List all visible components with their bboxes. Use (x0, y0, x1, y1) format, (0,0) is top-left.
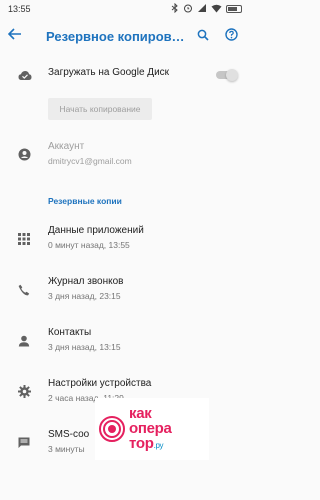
wifi-icon (211, 4, 222, 15)
alarm-icon (183, 3, 193, 15)
backup-item-subtitle: 3 дня назад, 13:15 (48, 342, 121, 352)
watermark-line3: тор (129, 434, 154, 452)
toggle-thumb (226, 69, 238, 81)
backup-item-subtitle: 3 дня назад, 23:15 (48, 291, 121, 301)
backup-item-subtitle: 0 минут назад, 13:55 (48, 240, 130, 250)
account-email: dmitrycv1@gmail.com (48, 156, 132, 166)
backup-item-contacts[interactable]: Контакты 3 дня назад, 13:15 (0, 326, 250, 353)
battery-icon (226, 5, 242, 13)
account-row[interactable]: Аккаунт dmitrycv1@gmail.com (0, 140, 250, 167)
cloud-done-icon (18, 68, 32, 80)
signal-logo-icon (99, 416, 125, 442)
bluetooth-icon (171, 2, 179, 15)
backup-item-title: Настройки устройства (48, 378, 152, 389)
watermark-logo: как опера тор.ру (95, 398, 209, 460)
status-icons (171, 2, 242, 15)
message-icon (18, 436, 30, 448)
backups-section-header: Резервные копии (48, 196, 122, 206)
page-title: Резервное копирова... (46, 28, 186, 44)
watermark-line1: как (129, 404, 152, 422)
help-icon[interactable] (220, 28, 242, 44)
account-circle-icon (18, 148, 31, 161)
status-bar: 13:55 (0, 0, 250, 18)
gear-icon (18, 385, 31, 398)
start-backup-button[interactable]: Начать копирование (48, 98, 152, 120)
backup-item-call-log[interactable]: Журнал звонков 3 дня назад, 23:15 (0, 275, 250, 302)
back-arrow-icon[interactable] (7, 27, 28, 45)
backup-item-app-data[interactable]: Данные приложений 0 минут назад, 13:55 (0, 224, 250, 251)
upload-toggle[interactable] (212, 69, 238, 81)
backup-item-title: Контакты (48, 327, 92, 338)
phone-icon (18, 283, 30, 296)
watermark-suffix: .ру (153, 440, 164, 450)
account-label: Аккаунт (48, 141, 85, 152)
app-bar: Резервное копирова... (0, 18, 250, 54)
watermark-line2: опера (129, 419, 172, 437)
search-icon[interactable] (192, 29, 214, 44)
backup-item-title: Данные приложений (48, 225, 144, 236)
signal-icon (197, 3, 207, 15)
status-time: 13:55 (8, 4, 31, 14)
person-icon (18, 334, 30, 347)
watermark-text: как опера тор.ру (129, 406, 172, 453)
backup-item-title: Журнал звонков (48, 276, 124, 287)
apps-grid-icon (18, 232, 30, 245)
